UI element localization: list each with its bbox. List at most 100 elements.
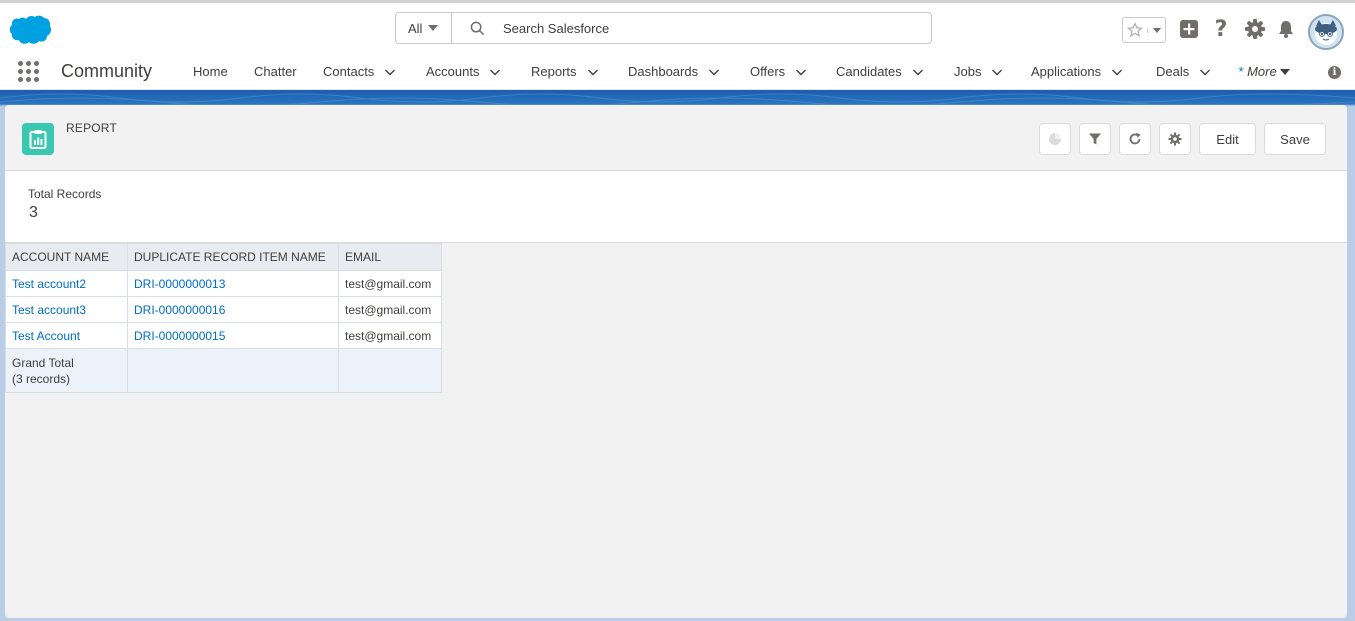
nav-item-reports[interactable]: Reports xyxy=(531,64,599,79)
nav-more-label: More xyxy=(1247,64,1277,79)
grand-total-empty-cell xyxy=(127,348,339,393)
duplicate-record-cell: DRI-0000000013 xyxy=(127,270,339,297)
save-button[interactable]: Save xyxy=(1264,123,1326,155)
chevron-down-icon[interactable] xyxy=(795,66,807,78)
nav-item-candidates[interactable]: Candidates xyxy=(836,64,924,79)
nav-item-dashboards[interactable]: Dashboards xyxy=(628,64,720,79)
chevron-down-icon[interactable] xyxy=(708,66,720,78)
settings-button[interactable] xyxy=(1159,123,1191,155)
caret-down-icon xyxy=(1279,68,1290,75)
nav-item-deals[interactable]: Deals xyxy=(1156,64,1211,79)
column-header-duplicate-record-item-name[interactable]: DUPLICATE RECORD ITEM NAME xyxy=(127,243,339,271)
nav-item-label: Chatter xyxy=(254,64,297,79)
account-link[interactable]: Test account2 xyxy=(12,277,86,291)
notifications-bell-icon[interactable] xyxy=(1275,3,1297,55)
nav-item-label: Dashboards xyxy=(628,64,699,79)
chevron-down-icon[interactable] xyxy=(587,66,599,78)
nav-item-label: Offers xyxy=(750,64,786,79)
chart-toggle-button[interactable] xyxy=(1039,123,1071,155)
refresh-button[interactable] xyxy=(1119,123,1151,155)
help-icon[interactable]: ? xyxy=(1211,3,1231,55)
chevron-down-icon[interactable] xyxy=(489,66,501,78)
grand-total-row: Grand Total (3 records) xyxy=(5,348,442,393)
account-link[interactable]: Test account3 xyxy=(12,303,86,317)
account-link[interactable]: Test Account xyxy=(12,329,80,343)
total-records-label: Total Records xyxy=(28,187,102,201)
email-cell: test@gmail.com xyxy=(338,322,442,349)
nav-item-label: Jobs xyxy=(954,64,982,79)
nav-item-label: Reports xyxy=(531,64,577,79)
table-header-row: ACCOUNT NAME DUPLICATE RECORD ITEM NAME … xyxy=(5,243,442,271)
nav-item-contacts[interactable]: Contacts xyxy=(323,64,396,79)
report-icon xyxy=(22,123,54,155)
duplicate-record-cell: DRI-0000000016 xyxy=(127,296,339,323)
column-header-email[interactable]: EMAIL xyxy=(338,243,442,271)
nav-item-accounts[interactable]: Accounts xyxy=(426,64,501,79)
info-icon[interactable]: i xyxy=(1328,66,1341,79)
email-cell: test@gmail.com xyxy=(338,270,442,297)
gear-icon xyxy=(1168,132,1182,146)
edit-button[interactable]: Edit xyxy=(1199,123,1256,155)
email-cell: test@gmail.com xyxy=(338,296,442,323)
grand-total-empty-cell xyxy=(338,348,442,393)
global-search: All xyxy=(395,12,932,44)
brand-band-pattern xyxy=(0,93,1355,105)
app-launcher-icon[interactable] xyxy=(18,61,39,82)
search-scope-dropdown[interactable]: All xyxy=(396,13,452,43)
nav-item-label: Candidates xyxy=(836,64,902,79)
nav-item-label: Applications xyxy=(1031,64,1102,79)
grand-total-label: Grand Total xyxy=(12,356,74,370)
report-table: ACCOUNT NAME DUPLICATE RECORD ITEM NAME … xyxy=(5,243,442,393)
favorites-button[interactable] xyxy=(1122,17,1166,43)
chevron-down-icon[interactable] xyxy=(912,66,924,78)
search-scope-label: All xyxy=(408,20,423,36)
account-name-cell: Test account2 xyxy=(5,270,128,297)
report-summary: Total Records 3 xyxy=(5,171,1347,243)
search-input[interactable] xyxy=(503,20,903,36)
nav-item-label: Home xyxy=(193,64,228,79)
total-records-value: 3 xyxy=(29,204,38,221)
duplicate-record-link[interactable]: DRI-0000000015 xyxy=(134,329,225,343)
chevron-down-icon[interactable] xyxy=(991,66,1003,78)
setup-gear-icon[interactable] xyxy=(1243,3,1267,55)
nav-more-prefix: * xyxy=(1238,64,1244,79)
chevron-down-icon[interactable] xyxy=(1199,66,1211,78)
salesforce-cloud-logo[interactable] xyxy=(8,14,52,46)
search-icon xyxy=(470,21,485,35)
app-navigation-bar: Community Home Chatter Contacts Accounts… xyxy=(0,52,1355,90)
account-name-cell: Test account3 xyxy=(5,296,128,323)
duplicate-record-link[interactable]: DRI-0000000016 xyxy=(134,303,225,317)
nav-item-offers[interactable]: Offers xyxy=(750,64,807,79)
search-field[interactable] xyxy=(452,13,931,43)
pie-chart-icon xyxy=(1049,133,1061,145)
filter-icon xyxy=(1089,133,1101,145)
favorites-star-icon[interactable] xyxy=(1123,22,1147,38)
column-header-account-name[interactable]: ACCOUNT NAME xyxy=(5,243,128,271)
table-row: Test Account DRI-0000000015 test@gmail.c… xyxy=(5,322,442,349)
filter-button[interactable] xyxy=(1079,123,1111,155)
favorites-dropdown-icon[interactable] xyxy=(1147,27,1165,33)
nav-item-label: Deals xyxy=(1156,64,1190,79)
table-row: Test account3 DRI-0000000016 test@gmail.… xyxy=(5,296,442,323)
chevron-down-icon[interactable] xyxy=(384,66,396,78)
app-name: Community xyxy=(61,61,153,81)
account-name-cell: Test Account xyxy=(5,322,128,349)
table-row: Test account2 DRI-0000000013 test@gmail.… xyxy=(5,270,442,297)
nav-item-chatter[interactable]: Chatter xyxy=(254,64,297,79)
report-header: REPORT Edit Save xyxy=(5,105,1347,171)
nav-item-home[interactable]: Home xyxy=(193,64,228,79)
nav-item-label: Contacts xyxy=(323,64,375,79)
chevron-down-icon[interactable] xyxy=(1111,66,1123,78)
duplicate-record-link[interactable]: DRI-0000000013 xyxy=(134,277,225,291)
duplicate-record-cell: DRI-0000000015 xyxy=(127,322,339,349)
refresh-icon xyxy=(1129,132,1141,145)
grand-total-cell: Grand Total (3 records) xyxy=(5,348,128,393)
global-actions-icon[interactable] xyxy=(1178,3,1200,55)
nav-more-menu[interactable]: * More xyxy=(1238,64,1290,79)
nav-item-jobs[interactable]: Jobs xyxy=(954,64,1003,79)
user-avatar[interactable] xyxy=(1308,14,1344,50)
grand-total-count: (3 records) xyxy=(12,372,71,386)
report-card: REPORT Edit Save Total Records 3 ACCOUNT… xyxy=(5,105,1347,618)
global-header: All ? xyxy=(0,0,1355,52)
nav-item-applications[interactable]: Applications xyxy=(1031,64,1123,79)
